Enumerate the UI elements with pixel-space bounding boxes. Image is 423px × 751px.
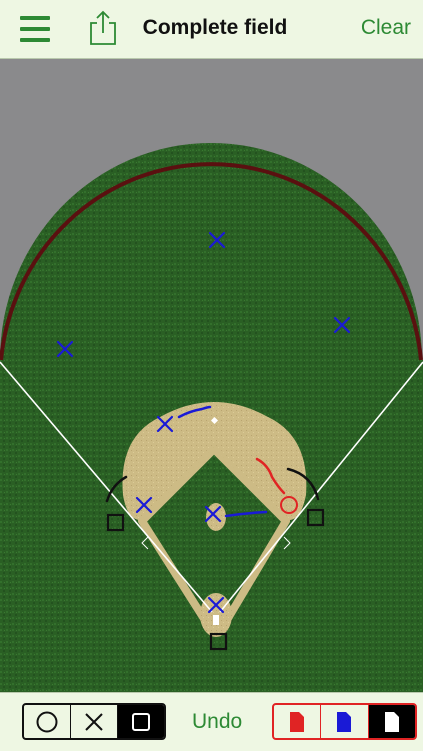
color-option-blue[interactable] <box>321 705 369 738</box>
blue-document-icon <box>337 711 352 732</box>
color-option-black[interactable] <box>368 705 415 738</box>
square-icon <box>132 712 150 731</box>
shape-selector <box>22 703 166 740</box>
black-document-icon <box>384 711 399 732</box>
bottom-toolbar: Undo <box>0 692 423 751</box>
clear-button[interactable]: Clear <box>361 16 411 40</box>
shape-option-circle[interactable] <box>24 705 71 738</box>
red-document-icon <box>290 711 305 732</box>
shape-option-square[interactable] <box>118 705 164 738</box>
circle-icon <box>36 711 58 732</box>
menu-button[interactable] <box>20 16 50 42</box>
page-title: Complete field <box>142 16 288 39</box>
shape-option-x[interactable] <box>71 705 118 738</box>
hamburger-menu-icon <box>20 16 50 20</box>
color-selector <box>272 703 417 740</box>
color-option-red[interactable] <box>274 705 322 738</box>
top-bar: Complete field Clear <box>0 0 423 59</box>
share-icon <box>90 10 116 45</box>
baseball-field-canvas[interactable] <box>0 59 423 692</box>
share-button[interactable] <box>88 10 118 46</box>
undo-button[interactable]: Undo <box>192 710 242 734</box>
hamburger-menu-icon-line <box>20 27 50 31</box>
field-drawing[interactable] <box>0 59 423 692</box>
home-plate <box>213 615 219 625</box>
x-icon <box>85 712 103 731</box>
hamburger-menu-icon-line <box>20 38 50 42</box>
